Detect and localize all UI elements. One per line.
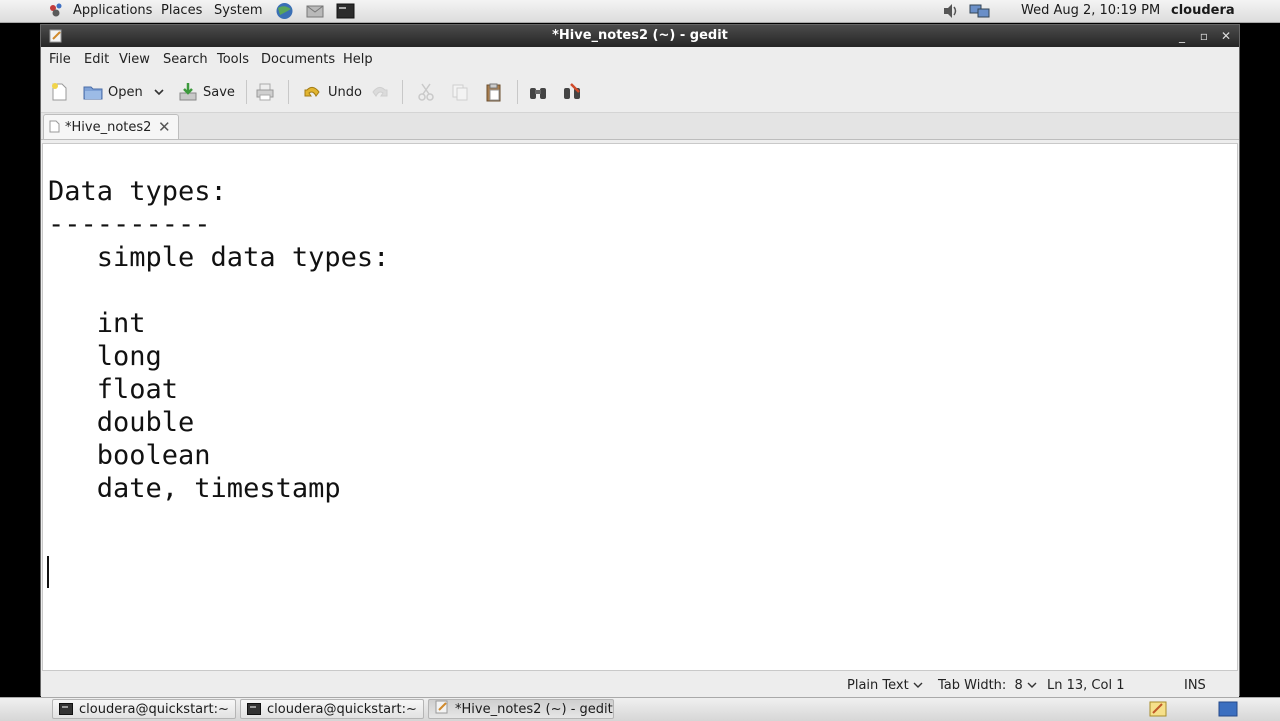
cut-icon [416,82,436,102]
open-button[interactable]: Open [83,80,164,104]
taskbar-item-label: *Hive_notes2 (~) - gedit [455,701,613,717]
toolbar-separator [246,80,247,104]
chevron-down-icon[interactable] [154,85,164,100]
notes-applet-icon[interactable] [1149,701,1167,721]
tab-width-label: Tab Width: 8 [938,678,1023,693]
terminal-icon [59,703,73,715]
undo-label: Undo [328,84,362,100]
browser-icon[interactable] [275,2,293,19]
tab-width-selector[interactable]: Tab Width: 8 [938,678,1037,693]
chevron-down-icon [913,682,923,688]
taskbar-item-terminal-1[interactable]: cloudera@quickstart:~ [52,699,236,719]
undo-button[interactable]: Undo [303,80,362,104]
copy-icon [450,82,470,102]
print-icon [255,82,275,102]
menu-documents[interactable]: Documents [261,52,335,67]
statusbar: Plain Text Tab Width: 8 Ln 13, Col 1 INS [41,673,1239,697]
save-icon [178,82,198,102]
insert-mode: INS [1184,678,1206,693]
copy-button[interactable] [450,80,470,104]
toolbar-separator [517,80,518,104]
open-label: Open [108,84,143,100]
find-replace-icon [562,82,582,102]
taskbar-item-label: cloudera@quickstart:~ [267,701,417,717]
menu-system[interactable]: System [214,3,262,19]
panel-user[interactable]: cloudera [1171,3,1235,19]
tab-label: *Hive_notes2 [65,120,152,135]
folder-open-icon [83,82,103,102]
editor-line: float [48,374,179,405]
binoculars-icon [528,82,548,102]
save-label: Save [203,84,235,100]
find-replace-button[interactable] [562,80,582,104]
new-document-button[interactable] [49,80,69,104]
terminal-icon [247,703,261,715]
gedit-icon [435,700,449,718]
menu-file[interactable]: File [49,52,71,67]
taskbar-item-terminal-2[interactable]: cloudera@quickstart:~ [240,699,424,719]
applications-logo-icon [47,2,65,19]
toolbar-separator [288,80,289,104]
editor-line: date, timestamp [48,473,341,504]
cursor-position: Ln 13, Col 1 [1047,678,1125,693]
editor-line: simple data types: [48,242,390,273]
volume-icon[interactable] [941,2,959,19]
text-cursor [47,556,49,588]
redo-icon [369,82,389,102]
menubar: File Edit View Search Tools Documents He… [41,47,1239,71]
find-button[interactable] [528,80,548,104]
taskbar-item-label: cloudera@quickstart:~ [79,701,229,717]
toolbar-separator [402,80,403,104]
editor-line: int [48,308,146,339]
maximize-button[interactable]: ▫ [1195,27,1213,45]
new-document-icon [49,82,69,102]
top-panel: Applications Places System Wed Aug 2, 10… [0,0,1280,23]
taskbar-item-gedit[interactable]: *Hive_notes2 (~) - gedit [428,699,614,719]
menu-view[interactable]: View [119,52,150,67]
minimize-button[interactable]: _ [1173,27,1191,45]
language-label: Plain Text [847,678,909,693]
toolbar: Open Save Undo [41,72,1239,113]
paste-button[interactable] [484,80,504,104]
paste-icon [484,82,504,102]
editor-line: Data types: [48,176,227,207]
menu-applications[interactable]: Applications [73,3,152,19]
language-selector[interactable]: Plain Text [847,678,923,693]
menu-search[interactable]: Search [163,52,208,67]
text-editor[interactable]: Data types: ---------- simple data types… [42,143,1238,671]
terminal-launcher-icon[interactable] [336,2,355,19]
editor-line: boolean [48,440,211,471]
tab-close-icon[interactable]: ✕ [158,118,171,136]
undo-icon [303,82,323,102]
panel-clock[interactable]: Wed Aug 2, 10:19 PM [1021,3,1160,19]
mail-icon[interactable] [305,2,324,19]
workspace-switcher-icon[interactable] [1218,701,1238,721]
text-file-icon [49,120,60,137]
window-title: *Hive_notes2 (~) - gedit [552,28,728,43]
gedit-window: *Hive_notes2 (~) - gedit _ ▫ ✕ File Edit… [40,24,1240,697]
menu-help[interactable]: Help [343,52,373,67]
close-window-button[interactable]: ✕ [1217,27,1235,45]
editor-line: long [48,341,162,372]
window-titlebar[interactable]: *Hive_notes2 (~) - gedit _ ▫ ✕ [41,25,1239,47]
menu-edit[interactable]: Edit [84,52,109,67]
redo-button[interactable] [369,80,389,104]
document-tabs: *Hive_notes2 ✕ [41,113,1239,140]
chevron-down-icon [1027,682,1037,688]
save-button[interactable]: Save [178,80,235,104]
editor-line: double [48,407,195,438]
menu-tools[interactable]: Tools [217,52,249,67]
editor-line: ---------- [48,209,211,240]
menu-places[interactable]: Places [161,3,202,19]
network-icon[interactable] [969,2,990,19]
cut-button[interactable] [416,80,436,104]
tab-hive-notes2[interactable]: *Hive_notes2 ✕ [43,114,179,139]
print-button[interactable] [255,80,275,104]
taskbar: cloudera@quickstart:~ cloudera@quickstar… [0,697,1280,721]
